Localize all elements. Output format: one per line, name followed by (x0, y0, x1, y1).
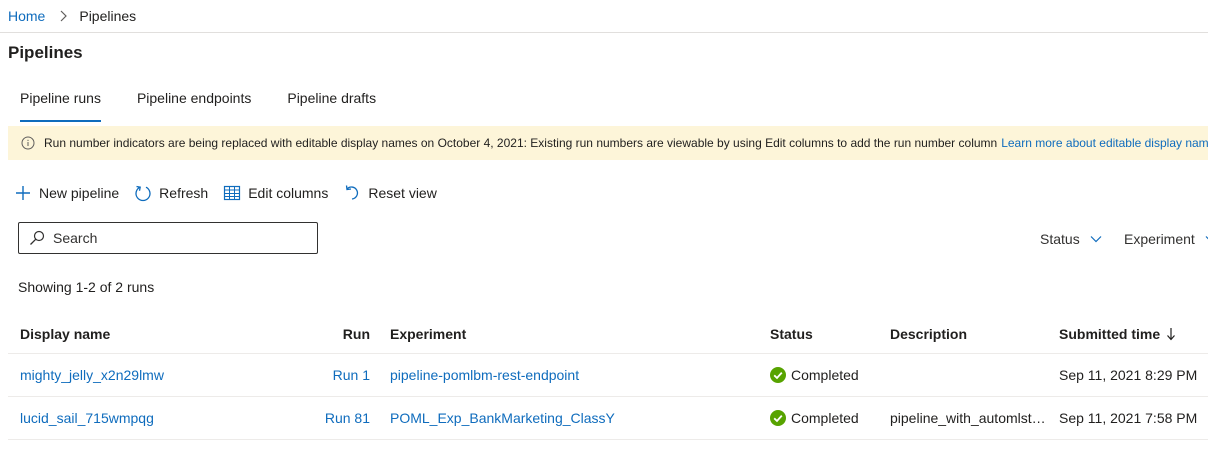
plus-icon (14, 184, 32, 202)
new-pipeline-button[interactable]: New pipeline (14, 184, 119, 202)
status-filter-label: Status (1040, 231, 1080, 247)
sort-descending-icon (1166, 327, 1176, 341)
search-icon (29, 230, 45, 246)
banner-learn-more-link[interactable]: Learn more about editable display names (1001, 136, 1208, 150)
results-count: Showing 1-2 of 2 runs (18, 279, 155, 295)
column-header-submitted-time[interactable]: Submitted time (1059, 314, 1176, 353)
status-cell: Completed (770, 397, 859, 439)
column-header-display-name[interactable]: Display name (20, 314, 110, 353)
undo-icon (343, 184, 361, 202)
command-bar: New pipeline Refresh Edit columns Reset … (14, 180, 452, 206)
runs-table: Display name Run Experiment Status Descr… (8, 314, 1208, 440)
experiment-link[interactable]: pipeline-pomlbm-rest-endpoint (390, 354, 579, 396)
breadcrumb-home-link[interactable]: Home (8, 8, 45, 24)
description-cell: pipeline_with_automlst… (890, 410, 1045, 426)
page-title: Pipelines (8, 43, 83, 62)
tab-list: Pipeline runs Pipeline endpoints Pipelin… (8, 86, 400, 122)
status-text: Completed (791, 367, 859, 383)
run-number-link[interactable]: Run 1 (258, 354, 370, 396)
status-text: Completed (791, 410, 859, 426)
status-cell: Completed (770, 354, 859, 396)
experiment-link[interactable]: POML_Exp_BankMarketing_ClassY (390, 397, 615, 439)
info-banner: Run number indicators are being replaced… (8, 126, 1208, 160)
table-header: Display name Run Experiment Status Descr… (8, 314, 1208, 354)
column-header-status[interactable]: Status (770, 314, 813, 353)
tab-pipeline-endpoints[interactable]: Pipeline endpoints (125, 86, 263, 122)
status-filter-dropdown[interactable]: Status (1040, 230, 1102, 248)
check-circle-icon (770, 367, 786, 383)
table-row: mighty_jelly_x2n29lmw Run 1 pipeline-pom… (8, 354, 1208, 397)
banner-text: Run number indicators are being replaced… (44, 136, 998, 150)
breadcrumb-current: Pipelines (79, 8, 137, 24)
new-pipeline-label: New pipeline (39, 185, 120, 201)
tab-pipeline-drafts[interactable]: Pipeline drafts (275, 86, 388, 122)
breadcrumb: Home Pipelines (8, 6, 136, 26)
reset-view-button[interactable]: Reset view (343, 184, 437, 202)
check-circle-icon (770, 410, 786, 426)
table-row: lucid_sail_715wmpqg Run 81 POML_Exp_Bank… (8, 397, 1208, 440)
run-display-name-link[interactable]: mighty_jelly_x2n29lmw (20, 354, 164, 396)
refresh-button[interactable]: Refresh (134, 184, 208, 202)
experiment-filter-dropdown[interactable]: Experiment (1124, 230, 1208, 248)
reset-view-label: Reset view (368, 185, 437, 201)
info-icon (21, 136, 35, 150)
tab-pipeline-runs[interactable]: Pipeline runs (8, 86, 113, 122)
refresh-label: Refresh (159, 185, 209, 201)
column-header-experiment[interactable]: Experiment (390, 314, 466, 353)
edit-columns-label: Edit columns (248, 185, 329, 201)
chevron-down-icon (1090, 235, 1102, 243)
search-input[interactable]: Search (18, 222, 318, 254)
description-cell (890, 354, 1045, 396)
submitted-time-label: Submitted time (1059, 325, 1161, 342)
search-placeholder: Search (53, 230, 98, 246)
chevron-right-icon (59, 10, 68, 22)
table-columns-icon (223, 184, 241, 202)
refresh-icon (134, 184, 152, 202)
submitted-time-cell: Sep 11, 2021 8:29 PM (1059, 367, 1198, 383)
edit-columns-button[interactable]: Edit columns (223, 184, 328, 202)
submitted-time-cell: Sep 11, 2021 7:58 PM (1059, 410, 1198, 426)
experiment-filter-label: Experiment (1124, 231, 1195, 247)
header-divider (0, 32, 1208, 33)
run-number-link[interactable]: Run 81 (258, 397, 370, 439)
column-header-run[interactable]: Run (258, 314, 370, 353)
run-display-name-link[interactable]: lucid_sail_715wmpqg (20, 397, 154, 439)
column-header-description[interactable]: Description (890, 314, 1045, 353)
